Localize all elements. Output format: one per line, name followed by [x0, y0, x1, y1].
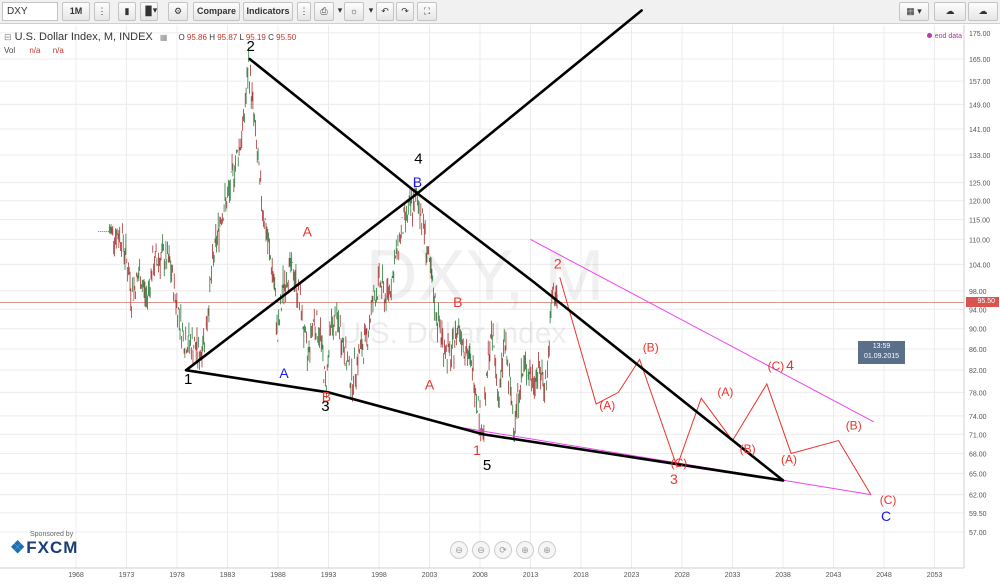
x-tick-label: 2043: [826, 572, 842, 579]
x-tick-label: 2038: [775, 572, 791, 579]
x-axis: 1968 1973 1978 1983 1988 1993 1998 2003 2008 2013…: [0, 567, 964, 579]
y-tick-label: 149.00: [969, 102, 991, 109]
eod-badge: eod data: [926, 33, 962, 40]
volume-legend: Vol n/a n/a: [4, 46, 64, 55]
ohlc-values: O 95.86 H 95.87 L 95.19 C 95.50: [178, 33, 297, 42]
legend-icon[interactable]: ▦: [160, 33, 168, 42]
scroll-left-icon[interactable]: ⊖: [472, 541, 490, 559]
crosshair-tooltip: 13:59 01.09.2015: [858, 341, 905, 364]
y-tick-label: 57.00: [969, 530, 987, 537]
trendline-3: [248, 57, 785, 482]
y-tick-label: 71.00: [969, 432, 987, 439]
wave-label: (B): [846, 418, 862, 432]
wave-label: (B): [643, 341, 659, 355]
x-tick-label: 1983: [220, 572, 236, 579]
y-tick-label: 68.00: [969, 451, 987, 458]
x-tick-label: 1998: [371, 572, 387, 579]
y-tick-label: 74.00: [969, 414, 987, 421]
x-tick-label: 2008: [472, 572, 488, 579]
x-tick-label: 2018: [573, 572, 589, 579]
tooltip-time: 13:59: [872, 343, 891, 350]
wave-label: A: [279, 365, 289, 381]
y-tick-label: 59.50: [969, 511, 987, 518]
x-tick-label: 1978: [169, 572, 185, 579]
y-tick-label: 104.00: [969, 262, 991, 269]
wave-label: (A): [717, 385, 733, 399]
y-tick-label: 141.00: [969, 127, 991, 134]
collapse-icon[interactable]: ⊟: [4, 32, 12, 42]
tooltip-date: 01.09.2015: [863, 353, 900, 360]
x-tick-label: 1973: [119, 572, 135, 579]
wave-label: 4: [786, 357, 794, 373]
zoom-out-icon[interactable]: ⊖: [450, 541, 468, 559]
projection-path: [559, 277, 872, 495]
fxcm-mark-icon: ❖: [10, 538, 27, 557]
x-tick-label: 1993: [321, 572, 337, 579]
y-tick-label: 133.00: [969, 153, 991, 160]
y-tick-label: 165.00: [969, 57, 991, 64]
sponsor-logo[interactable]: Sponsored by ❖FXCM: [10, 531, 78, 558]
y-tick-label: 157.00: [969, 79, 991, 86]
wave-label: B: [413, 174, 422, 190]
y-tick-label: 115.00: [969, 218, 990, 225]
x-tick-label: 1988: [270, 572, 286, 579]
y-tick-label: 86.00: [969, 347, 987, 354]
fxcm-logo: ❖FXCM: [10, 538, 79, 557]
y-tick-label: 94.00: [969, 307, 987, 314]
chart-legend: ⊟ U.S. Dollar Index, M, INDEX ▦ O 95.86 …: [4, 31, 296, 43]
y-tick-label: 65.00: [969, 472, 987, 479]
x-tick-label: 2013: [523, 572, 539, 579]
watermark-symbol: DXY, M: [366, 236, 605, 316]
wave-label: 5: [483, 457, 491, 474]
legend-title: U.S. Dollar Index, M, INDEX: [14, 31, 153, 43]
wave-label: A: [303, 224, 313, 240]
y-tick-label: 98.00: [969, 289, 987, 296]
wave-label: 1: [184, 371, 192, 388]
x-tick-label: 1968: [68, 572, 84, 579]
y-tick-label: 110.00: [969, 237, 990, 244]
volume-label: Vol: [4, 46, 16, 55]
channel-line-2: [445, 424, 871, 496]
volume-value-1: n/a: [29, 46, 41, 55]
x-tick-label: 2033: [725, 572, 741, 579]
wave-label: C: [881, 508, 891, 524]
volume-value-2: n/a: [52, 46, 64, 55]
y-tick-label: 175.00: [969, 31, 991, 38]
wave-label: B: [453, 294, 462, 310]
wave-label: (A): [599, 398, 615, 412]
y-tick-label: 62.00: [969, 493, 987, 500]
wave-label: (C): [880, 493, 897, 507]
scroll-right-icon[interactable]: ⊕: [516, 541, 534, 559]
eod-dot-icon: [926, 33, 932, 38]
y-tick-label: 78.00: [969, 390, 987, 397]
wave-label: (C): [768, 359, 785, 373]
zoom-in-icon[interactable]: ⊕: [538, 541, 556, 559]
x-tick-label: 2053: [927, 572, 943, 579]
wave-label: (C): [671, 456, 688, 470]
wave-label: 4: [414, 150, 422, 167]
current-price-tag: 95.50: [966, 297, 999, 307]
chart-canvas[interactable]: DXY, M U.S. Dollar Index 12345ABCABAB123…: [0, 0, 1000, 587]
wave-label: (A): [781, 452, 797, 466]
x-tick-label: 2048: [876, 572, 892, 579]
reset-icon[interactable]: ⟳: [494, 541, 512, 559]
y-tick-label: 82.00: [969, 368, 987, 375]
x-tick-label: 2003: [422, 572, 438, 579]
x-tick-label: 2023: [624, 572, 640, 579]
wave-label: B: [322, 389, 331, 405]
x-tick-label: 2028: [674, 572, 690, 579]
wave-label: 3: [670, 471, 678, 487]
wave-label: 2: [554, 256, 562, 272]
wave-label: A: [425, 377, 435, 393]
y-tick-label: 125.00: [969, 181, 991, 188]
y-tick-label: 90.00: [969, 327, 987, 334]
sponsor-label: Sponsored by: [30, 531, 74, 538]
y-tick-label: 120.00: [969, 199, 991, 206]
channel-line-1: [530, 238, 875, 423]
wave-label: 1: [473, 442, 481, 458]
projection-zigzag: [559, 277, 872, 495]
wave-label: (B): [740, 442, 756, 456]
